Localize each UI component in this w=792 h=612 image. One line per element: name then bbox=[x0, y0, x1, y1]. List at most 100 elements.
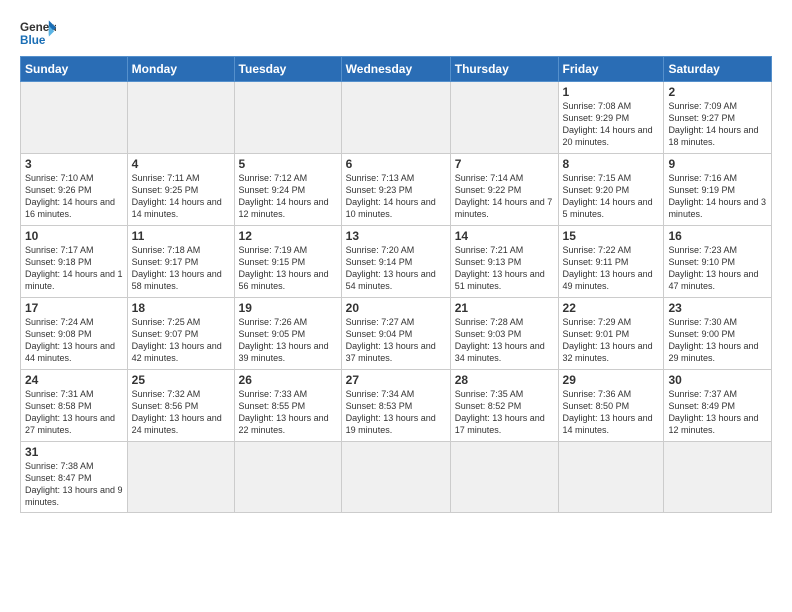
calendar-cell: 1Sunrise: 7:08 AM Sunset: 9:29 PM Daylig… bbox=[558, 82, 664, 154]
day-number: 7 bbox=[455, 157, 554, 171]
day-number: 23 bbox=[668, 301, 767, 315]
day-info: Sunrise: 7:37 AM Sunset: 8:49 PM Dayligh… bbox=[668, 388, 767, 437]
day-info: Sunrise: 7:26 AM Sunset: 9:05 PM Dayligh… bbox=[239, 316, 337, 365]
day-info: Sunrise: 7:13 AM Sunset: 9:23 PM Dayligh… bbox=[346, 172, 446, 221]
day-number: 15 bbox=[563, 229, 660, 243]
day-number: 9 bbox=[668, 157, 767, 171]
weekday-sunday: Sunday bbox=[21, 57, 128, 82]
svg-text:Blue: Blue bbox=[20, 34, 46, 47]
calendar-cell bbox=[127, 442, 234, 513]
day-number: 29 bbox=[563, 373, 660, 387]
calendar-cell: 6Sunrise: 7:13 AM Sunset: 9:23 PM Daylig… bbox=[341, 154, 450, 226]
day-info: Sunrise: 7:09 AM Sunset: 9:27 PM Dayligh… bbox=[668, 100, 767, 149]
day-info: Sunrise: 7:19 AM Sunset: 9:15 PM Dayligh… bbox=[239, 244, 337, 293]
logo-icon: General Blue bbox=[20, 18, 56, 48]
day-info: Sunrise: 7:18 AM Sunset: 9:17 PM Dayligh… bbox=[132, 244, 230, 293]
calendar-cell: 15Sunrise: 7:22 AM Sunset: 9:11 PM Dayli… bbox=[558, 226, 664, 298]
calendar-cell: 9Sunrise: 7:16 AM Sunset: 9:19 PM Daylig… bbox=[664, 154, 772, 226]
day-number: 30 bbox=[668, 373, 767, 387]
day-number: 11 bbox=[132, 229, 230, 243]
day-number: 1 bbox=[563, 85, 660, 99]
day-number: 22 bbox=[563, 301, 660, 315]
calendar-cell bbox=[450, 442, 558, 513]
calendar-cell: 31Sunrise: 7:38 AM Sunset: 8:47 PM Dayli… bbox=[21, 442, 128, 513]
calendar-week-5: 31Sunrise: 7:38 AM Sunset: 8:47 PM Dayli… bbox=[21, 442, 772, 513]
calendar: SundayMondayTuesdayWednesdayThursdayFrid… bbox=[20, 56, 772, 513]
day-info: Sunrise: 7:33 AM Sunset: 8:55 PM Dayligh… bbox=[239, 388, 337, 437]
day-info: Sunrise: 7:11 AM Sunset: 9:25 PM Dayligh… bbox=[132, 172, 230, 221]
day-info: Sunrise: 7:28 AM Sunset: 9:03 PM Dayligh… bbox=[455, 316, 554, 365]
calendar-cell: 20Sunrise: 7:27 AM Sunset: 9:04 PM Dayli… bbox=[341, 298, 450, 370]
day-info: Sunrise: 7:34 AM Sunset: 8:53 PM Dayligh… bbox=[346, 388, 446, 437]
calendar-cell bbox=[127, 82, 234, 154]
day-number: 14 bbox=[455, 229, 554, 243]
weekday-wednesday: Wednesday bbox=[341, 57, 450, 82]
day-info: Sunrise: 7:27 AM Sunset: 9:04 PM Dayligh… bbox=[346, 316, 446, 365]
calendar-cell: 14Sunrise: 7:21 AM Sunset: 9:13 PM Dayli… bbox=[450, 226, 558, 298]
day-number: 3 bbox=[25, 157, 123, 171]
day-number: 13 bbox=[346, 229, 446, 243]
day-info: Sunrise: 7:36 AM Sunset: 8:50 PM Dayligh… bbox=[563, 388, 660, 437]
calendar-week-0: 1Sunrise: 7:08 AM Sunset: 9:29 PM Daylig… bbox=[21, 82, 772, 154]
calendar-cell: 3Sunrise: 7:10 AM Sunset: 9:26 PM Daylig… bbox=[21, 154, 128, 226]
day-info: Sunrise: 7:29 AM Sunset: 9:01 PM Dayligh… bbox=[563, 316, 660, 365]
calendar-week-3: 17Sunrise: 7:24 AM Sunset: 9:08 PM Dayli… bbox=[21, 298, 772, 370]
day-info: Sunrise: 7:16 AM Sunset: 9:19 PM Dayligh… bbox=[668, 172, 767, 221]
calendar-cell: 26Sunrise: 7:33 AM Sunset: 8:55 PM Dayli… bbox=[234, 370, 341, 442]
day-number: 21 bbox=[455, 301, 554, 315]
calendar-cell: 24Sunrise: 7:31 AM Sunset: 8:58 PM Dayli… bbox=[21, 370, 128, 442]
calendar-cell: 17Sunrise: 7:24 AM Sunset: 9:08 PM Dayli… bbox=[21, 298, 128, 370]
day-info: Sunrise: 7:15 AM Sunset: 9:20 PM Dayligh… bbox=[563, 172, 660, 221]
calendar-cell: 22Sunrise: 7:29 AM Sunset: 9:01 PM Dayli… bbox=[558, 298, 664, 370]
day-info: Sunrise: 7:21 AM Sunset: 9:13 PM Dayligh… bbox=[455, 244, 554, 293]
day-number: 26 bbox=[239, 373, 337, 387]
calendar-cell bbox=[234, 442, 341, 513]
logo: General Blue bbox=[20, 18, 56, 48]
day-info: Sunrise: 7:12 AM Sunset: 9:24 PM Dayligh… bbox=[239, 172, 337, 221]
calendar-cell bbox=[450, 82, 558, 154]
day-info: Sunrise: 7:31 AM Sunset: 8:58 PM Dayligh… bbox=[25, 388, 123, 437]
day-info: Sunrise: 7:08 AM Sunset: 9:29 PM Dayligh… bbox=[563, 100, 660, 149]
calendar-cell: 30Sunrise: 7:37 AM Sunset: 8:49 PM Dayli… bbox=[664, 370, 772, 442]
day-number: 20 bbox=[346, 301, 446, 315]
day-info: Sunrise: 7:20 AM Sunset: 9:14 PM Dayligh… bbox=[346, 244, 446, 293]
calendar-cell: 2Sunrise: 7:09 AM Sunset: 9:27 PM Daylig… bbox=[664, 82, 772, 154]
day-number: 2 bbox=[668, 85, 767, 99]
day-number: 17 bbox=[25, 301, 123, 315]
day-number: 16 bbox=[668, 229, 767, 243]
calendar-cell: 27Sunrise: 7:34 AM Sunset: 8:53 PM Dayli… bbox=[341, 370, 450, 442]
calendar-cell: 29Sunrise: 7:36 AM Sunset: 8:50 PM Dayli… bbox=[558, 370, 664, 442]
day-number: 8 bbox=[563, 157, 660, 171]
day-number: 12 bbox=[239, 229, 337, 243]
day-number: 31 bbox=[25, 445, 123, 459]
calendar-cell: 25Sunrise: 7:32 AM Sunset: 8:56 PM Dayli… bbox=[127, 370, 234, 442]
calendar-cell: 10Sunrise: 7:17 AM Sunset: 9:18 PM Dayli… bbox=[21, 226, 128, 298]
day-info: Sunrise: 7:25 AM Sunset: 9:07 PM Dayligh… bbox=[132, 316, 230, 365]
calendar-cell bbox=[234, 82, 341, 154]
calendar-cell: 23Sunrise: 7:30 AM Sunset: 9:00 PM Dayli… bbox=[664, 298, 772, 370]
calendar-cell: 16Sunrise: 7:23 AM Sunset: 9:10 PM Dayli… bbox=[664, 226, 772, 298]
day-info: Sunrise: 7:23 AM Sunset: 9:10 PM Dayligh… bbox=[668, 244, 767, 293]
calendar-cell bbox=[664, 442, 772, 513]
calendar-cell: 28Sunrise: 7:35 AM Sunset: 8:52 PM Dayli… bbox=[450, 370, 558, 442]
day-number: 5 bbox=[239, 157, 337, 171]
weekday-friday: Friday bbox=[558, 57, 664, 82]
calendar-cell: 4Sunrise: 7:11 AM Sunset: 9:25 PM Daylig… bbox=[127, 154, 234, 226]
calendar-cell: 7Sunrise: 7:14 AM Sunset: 9:22 PM Daylig… bbox=[450, 154, 558, 226]
day-number: 27 bbox=[346, 373, 446, 387]
calendar-cell: 5Sunrise: 7:12 AM Sunset: 9:24 PM Daylig… bbox=[234, 154, 341, 226]
calendar-cell bbox=[558, 442, 664, 513]
day-info: Sunrise: 7:10 AM Sunset: 9:26 PM Dayligh… bbox=[25, 172, 123, 221]
day-number: 19 bbox=[239, 301, 337, 315]
calendar-cell: 8Sunrise: 7:15 AM Sunset: 9:20 PM Daylig… bbox=[558, 154, 664, 226]
day-number: 4 bbox=[132, 157, 230, 171]
calendar-cell: 11Sunrise: 7:18 AM Sunset: 9:17 PM Dayli… bbox=[127, 226, 234, 298]
calendar-week-2: 10Sunrise: 7:17 AM Sunset: 9:18 PM Dayli… bbox=[21, 226, 772, 298]
day-number: 24 bbox=[25, 373, 123, 387]
day-number: 10 bbox=[25, 229, 123, 243]
day-number: 25 bbox=[132, 373, 230, 387]
day-info: Sunrise: 7:38 AM Sunset: 8:47 PM Dayligh… bbox=[25, 460, 123, 509]
header: General Blue bbox=[20, 18, 772, 48]
calendar-cell bbox=[341, 82, 450, 154]
calendar-cell: 19Sunrise: 7:26 AM Sunset: 9:05 PM Dayli… bbox=[234, 298, 341, 370]
